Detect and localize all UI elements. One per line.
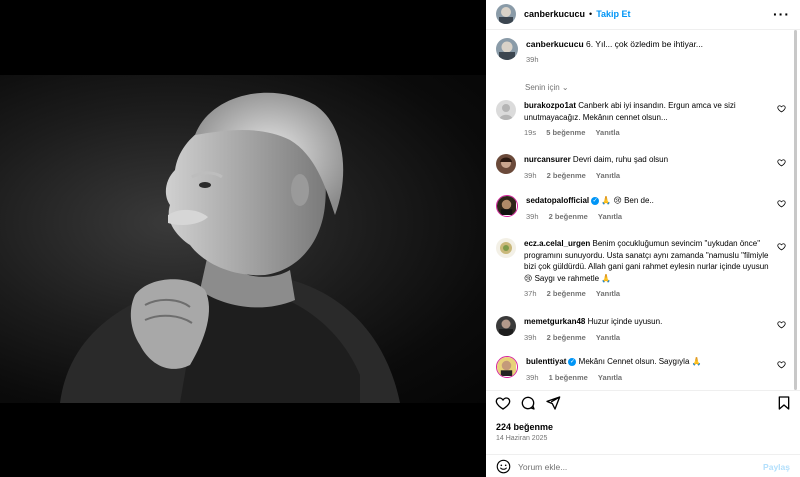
comments-scrollbar[interactable] [793, 30, 798, 390]
comment-likes[interactable]: 2 beğenme [547, 171, 586, 180]
likes-count[interactable]: 224 beğenme [496, 422, 553, 432]
verified-badge-icon: ✓ [591, 196, 600, 205]
bookmark-icon[interactable] [776, 395, 792, 411]
comment-username[interactable]: memetgurkan48 [524, 317, 585, 326]
comment-heart-icon[interactable] [777, 199, 786, 208]
comment-icon[interactable] [520, 395, 536, 411]
comment-heart-icon[interactable] [777, 242, 786, 251]
commenter-avatar[interactable] [496, 238, 516, 258]
comment-input[interactable] [518, 460, 748, 474]
comment-heart-icon[interactable] [777, 320, 786, 329]
comment-likes[interactable]: 5 beğenme [546, 128, 585, 137]
comment-item: bulenttiyat ✓ Mekânı Cennet olsun. Saygıy… [496, 356, 790, 383]
comment-likes[interactable]: 1 beğenme [549, 373, 588, 382]
caption-time[interactable]: 39h [526, 55, 539, 64]
comment-username[interactable]: ecz.a.celal_urgen [524, 239, 590, 248]
post-photo [0, 75, 486, 403]
comment-text: Mekânı Cennet olsun. Saygıyla 🙏 [576, 357, 702, 366]
comments-scroll-area[interactable]: canberkucucu 6. Yıl... çok özledim be ih… [486, 30, 800, 390]
post-header: canberkucucu • Takip Et ··· [486, 0, 800, 28]
follow-button[interactable]: Takip Et [596, 9, 630, 19]
comment-composer: Paylaş [486, 457, 800, 477]
author-avatar[interactable] [496, 4, 516, 24]
comment-item: ecz.a.celal_urgen Benim çocukluğumun sev… [496, 238, 790, 300]
comment-text: Devri daim, ruhu şad olsun [570, 155, 669, 164]
reply-button[interactable]: Yanıtla [598, 212, 622, 221]
caption-username[interactable]: canberkucucu [526, 39, 584, 49]
share-icon[interactable] [545, 395, 561, 411]
commenter-avatar[interactable] [496, 100, 516, 120]
reply-button[interactable]: Yanıtla [596, 333, 620, 342]
commenter-avatar[interactable] [496, 356, 518, 378]
post-media [0, 0, 486, 477]
emoji-icon[interactable] [496, 459, 511, 474]
heart-icon[interactable] [495, 395, 511, 411]
comment-heart-icon[interactable] [777, 158, 786, 167]
post-photo-portrait [60, 92, 400, 403]
comment-item: memetgurkan48 Huzur içinde uyusun. 39h 2… [496, 316, 790, 343]
post-actions [486, 391, 800, 415]
more-icon[interactable]: ··· [773, 6, 790, 22]
comment-text: 🙏 😢 Ben de.. [599, 196, 654, 205]
reply-button[interactable]: Yanıtla [595, 128, 619, 137]
scrollbar-thumb[interactable] [794, 30, 797, 390]
comment-likes[interactable]: 2 beğenme [547, 333, 586, 342]
comment-time[interactable]: 39h [524, 333, 537, 342]
comment-sort-dropdown[interactable]: Senin için ⌄ [525, 83, 569, 92]
comment-time[interactable]: 39h [524, 171, 537, 180]
commenter-avatar[interactable] [496, 154, 516, 174]
comment-item: burakozpo1at Canberk abi iyi insandın. E… [496, 100, 790, 139]
comment-likes[interactable]: 2 beğenme [547, 289, 586, 298]
comment-username[interactable]: burakozpo1at [524, 101, 576, 110]
author-avatar[interactable] [496, 38, 518, 60]
comment-item: nurcansurer Devri daim, ruhu şad olsun 3… [496, 154, 790, 181]
post-panel: canberkucucu • Takip Et ··· canberkucucu… [486, 0, 800, 477]
caption-text: 6. Yıl... çok özledim be ihtiyar... [583, 39, 704, 49]
commenter-avatar[interactable] [496, 316, 516, 336]
comment-username[interactable]: nurcansurer [524, 155, 571, 164]
reply-button[interactable]: Yanıtla [596, 289, 620, 298]
comment-heart-icon[interactable] [777, 104, 786, 113]
composer-divider [486, 454, 800, 455]
post-date[interactable]: 14 Haziran 2025 [496, 435, 547, 442]
comment-item: sedatopalofficial ✓ 🙏 😢 Ben de.. 39h 2 be… [496, 195, 790, 222]
post-comment-button[interactable]: Paylaş [763, 462, 790, 472]
comment-heart-icon[interactable] [777, 360, 786, 369]
author-username[interactable]: canberkucucu [524, 9, 585, 19]
post-caption: canberkucucu 6. Yıl... çok özledim be ih… [496, 38, 786, 66]
comment-username[interactable]: bulenttiyat [526, 357, 566, 366]
reply-button[interactable]: Yanıtla [596, 171, 620, 180]
separator-dot: • [589, 9, 593, 19]
reply-button[interactable]: Yanıtla [598, 373, 622, 382]
commenter-avatar[interactable] [496, 195, 518, 217]
comment-time[interactable]: 37h [524, 289, 537, 298]
comment-likes[interactable]: 2 beğenme [549, 212, 588, 221]
comment-time[interactable]: 39h [526, 373, 539, 382]
comment-username[interactable]: sedatopalofficial [526, 196, 589, 205]
comment-time[interactable]: 19s [524, 128, 536, 137]
comment-time[interactable]: 39h [526, 212, 539, 221]
comment-text: Huzur içinde uyusun. [585, 317, 663, 326]
